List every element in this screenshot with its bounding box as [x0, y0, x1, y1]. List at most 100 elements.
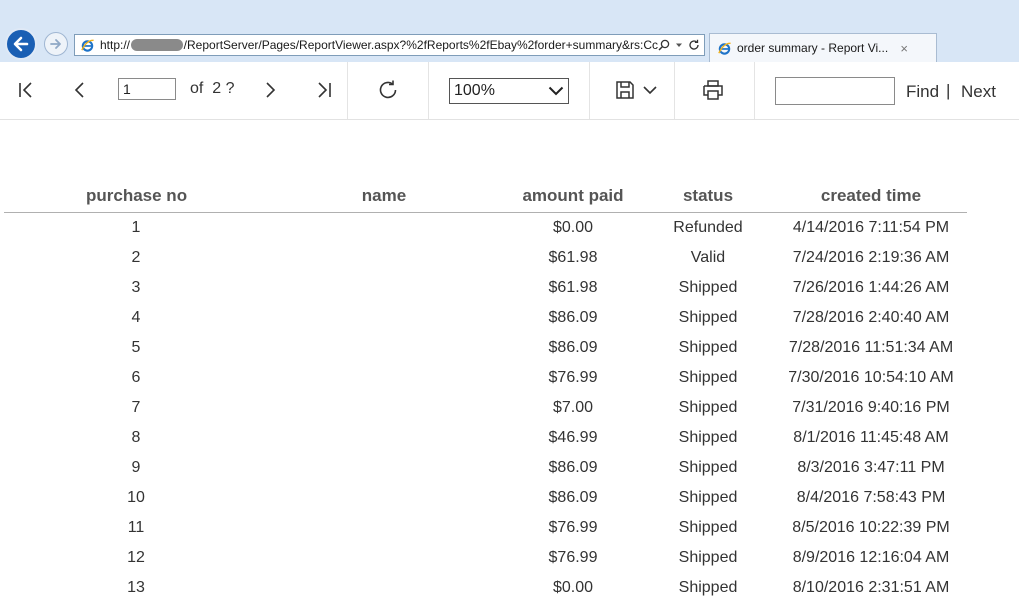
header-name: name: [361, 186, 407, 205]
cell-created-time: 7/28/2016 2:40:40 AM: [792, 309, 950, 326]
cell-purchase-no: 2: [131, 249, 141, 266]
cell-amount-paid: $46.99: [548, 429, 598, 446]
cell-created-time: 8/1/2016 11:45:48 AM: [793, 429, 949, 446]
cell-created-time: 8/4/2016 7:58:43 PM: [796, 489, 946, 506]
cell-created-time: 7/28/2016 11:51:34 AM: [788, 339, 954, 356]
back-arrow-icon: [13, 36, 29, 52]
report-table: purchase no name amount paid status crea…: [4, 184, 967, 603]
header-purchase-no: purchase no: [86, 186, 188, 205]
cell-amount-paid: $61.98: [548, 249, 598, 266]
cell-amount-paid: $86.09: [548, 459, 598, 476]
cell-status: Shipped: [678, 489, 738, 506]
page-of-label: of: [190, 80, 204, 97]
table-row: 2 $61.98 Valid 7/24/2016 2:19:36 AM: [4, 243, 967, 273]
header-created-time: created time: [820, 186, 922, 205]
address-controls: [658, 39, 700, 51]
cell-created-time: 8/5/2016 10:22:39 PM: [792, 519, 950, 536]
page-total: 2 ?: [212, 80, 235, 97]
dropdown-arrow-icon[interactable]: [675, 41, 683, 49]
zoom-select[interactable]: 100%: [449, 78, 569, 104]
browser-tab[interactable]: order summary - Report Vi... ×: [709, 33, 937, 62]
cell-amount-paid: $86.09: [548, 339, 598, 356]
refresh-icon[interactable]: [688, 39, 700, 51]
next-page-icon: [266, 82, 276, 98]
save-icon: [616, 81, 634, 99]
ie-icon: [79, 37, 95, 53]
tab-title: order summary - Report Vi...: [737, 41, 889, 55]
cell-purchase-no: 13: [127, 579, 145, 596]
table-row: 9 $86.09 Shipped 8/3/2016 3:47:11 PM: [4, 453, 967, 483]
address-bar[interactable]: http:// /ReportServer/Pages/ReportViewer…: [74, 34, 705, 56]
table-row: 3 $61.98 Shipped 7/26/2016 1:44:26 AM: [4, 273, 967, 303]
first-page-button[interactable]: [12, 76, 40, 104]
find-separator: |: [946, 81, 951, 100]
tab-close-icon[interactable]: ×: [900, 41, 908, 56]
cell-purchase-no: 10: [127, 489, 145, 506]
table-row: 5 $86.09 Shipped 7/28/2016 11:51:34 AM: [4, 333, 967, 363]
cell-status: Valid: [690, 249, 726, 266]
cell-created-time: 7/31/2016 9:40:16 PM: [792, 399, 950, 416]
address-url: http:// /ReportServer/Pages/ReportViewer…: [100, 38, 658, 52]
cell-created-time: 7/24/2016 2:19:36 AM: [792, 249, 950, 266]
toolbar-refresh-icon: [379, 80, 397, 99]
cell-amount-paid: $7.00: [552, 399, 594, 416]
export-button[interactable]: [610, 76, 662, 104]
toolbar-divider: [589, 62, 590, 119]
cell-purchase-no: 6: [131, 369, 141, 386]
cell-created-time: 8/9/2016 12:16:04 AM: [792, 549, 950, 566]
toolbar-divider: [428, 62, 429, 119]
print-icon: [703, 80, 723, 100]
refresh-report-button[interactable]: [373, 76, 403, 104]
cell-purchase-no: 11: [127, 519, 145, 536]
cell-created-time: 8/10/2016 2:31:51 AM: [792, 579, 950, 596]
cell-purchase-no: 3: [131, 279, 141, 296]
table-row: 10 $86.09 Shipped 8/4/2016 7:58:43 PM: [4, 483, 967, 513]
next-link[interactable]: Next: [961, 82, 996, 102]
previous-page-button[interactable]: [66, 76, 94, 104]
page-count: of 2 ?: [190, 80, 234, 98]
page-number-input[interactable]: [118, 78, 176, 100]
print-button[interactable]: [699, 76, 727, 104]
toolbar-divider: [347, 62, 348, 119]
table-row: 7 $7.00 Shipped 7/31/2016 9:40:16 PM: [4, 393, 967, 423]
back-button[interactable]: [5, 28, 37, 60]
cell-purchase-no: 7: [131, 399, 141, 416]
table-row: 8 $46.99 Shipped 8/1/2016 11:45:48 AM: [4, 423, 967, 453]
find-input[interactable]: [775, 77, 895, 105]
cell-status: Shipped: [678, 369, 738, 386]
cell-amount-paid: $86.09: [548, 489, 598, 506]
cell-amount-paid: $76.99: [548, 549, 598, 566]
last-page-button[interactable]: [310, 76, 338, 104]
previous-page-icon: [74, 82, 84, 98]
forward-button[interactable]: [44, 32, 68, 56]
find-link[interactable]: Find: [906, 82, 939, 102]
last-page-icon: [318, 82, 331, 98]
table-row: 4 $86.09 Shipped 7/28/2016 2:40:40 AM: [4, 303, 967, 333]
cell-amount-paid: $86.09: [548, 309, 598, 326]
cell-purchase-no: 9: [131, 459, 141, 476]
cell-created-time: 4/14/2016 7:11:54 PM: [792, 219, 950, 236]
table-row: 6 $76.99 Shipped 7/30/2016 10:54:10 AM: [4, 363, 967, 393]
cell-status: Shipped: [678, 519, 738, 536]
cell-created-time: 7/30/2016 10:54:10 AM: [788, 369, 954, 386]
browser-chrome: http:// /ReportServer/Pages/ReportViewer…: [0, 0, 1019, 63]
address-prefix: http://: [100, 38, 131, 52]
cell-purchase-no: 12: [127, 549, 145, 566]
cell-status: Shipped: [678, 579, 738, 596]
address-path: /ReportServer/Pages/ReportViewer.aspx?%2…: [183, 38, 658, 52]
cell-purchase-no: 1: [131, 219, 141, 236]
table-row: 1 $0.00 Refunded 4/14/2016 7:11:54 PM: [4, 213, 967, 243]
header-status: status: [682, 186, 734, 205]
search-icon[interactable]: [658, 39, 670, 51]
table-row: 11 $76.99 Shipped 8/5/2016 10:22:39 PM: [4, 513, 967, 543]
cell-status: Shipped: [678, 459, 738, 476]
cell-status: Shipped: [678, 549, 738, 566]
toolbar-divider: [674, 62, 675, 119]
header-amount-paid: amount paid: [522, 186, 624, 205]
table-row: 12 $76.99 Shipped 8/9/2016 12:16:04 AM: [4, 543, 967, 573]
cell-status: Shipped: [678, 279, 738, 296]
cell-status: Shipped: [678, 399, 738, 416]
toolbar-divider: [754, 62, 755, 119]
next-page-button[interactable]: [256, 76, 284, 104]
cell-status: Refunded: [673, 219, 743, 236]
